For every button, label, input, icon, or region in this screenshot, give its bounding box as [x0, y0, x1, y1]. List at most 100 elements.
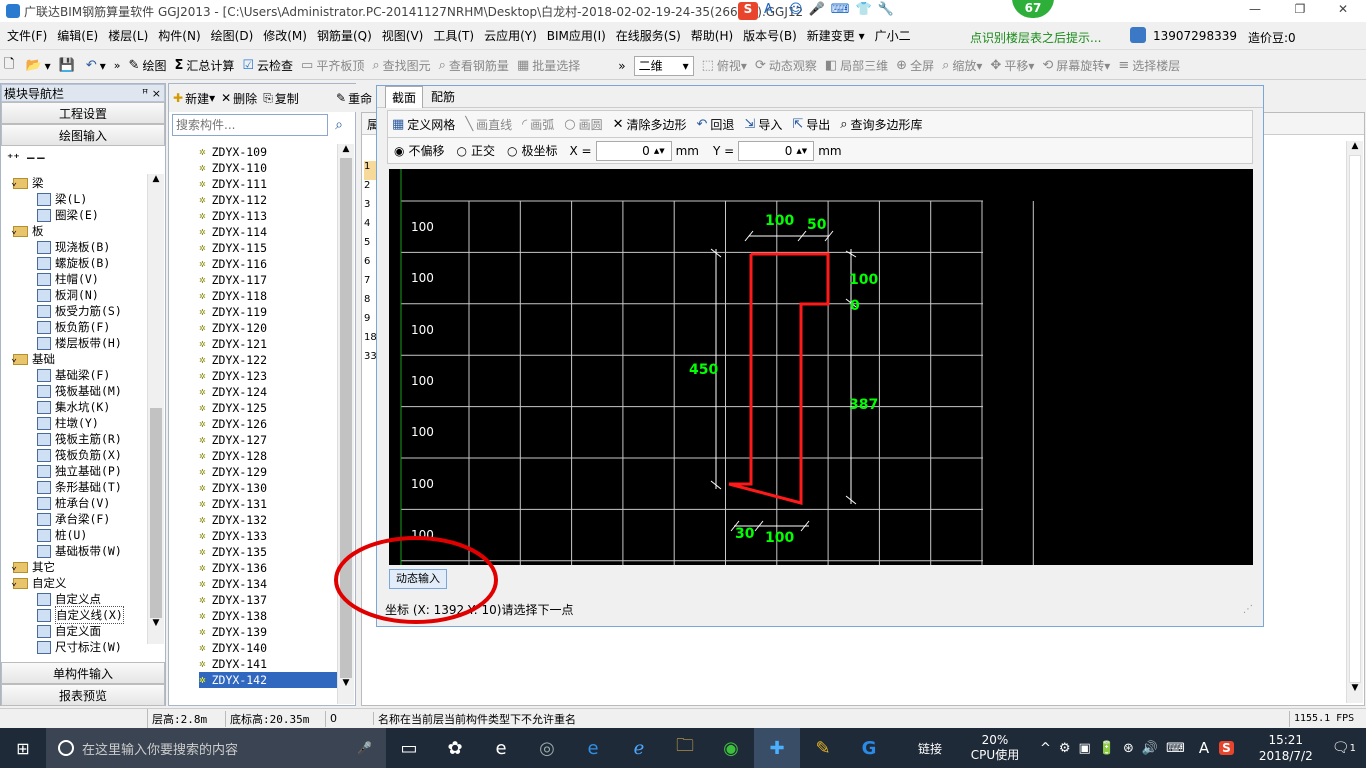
tree-item[interactable]: 筏板主筋(R): [5, 431, 147, 447]
prop-scroll-up[interactable]: ▲: [1347, 141, 1363, 155]
tree-item[interactable]: 独立基础(P): [5, 463, 147, 479]
tree-scrollbar[interactable]: ▲ ▼: [147, 174, 164, 644]
view-mode-select[interactable]: 二维 ▾: [633, 55, 694, 76]
import-button[interactable]: ⇲ 导入: [740, 112, 786, 136]
list-item[interactable]: ✲ ZDYX-124: [199, 384, 343, 400]
hint-text[interactable]: 点识别楼层表之后提示...: [965, 29, 1106, 46]
list-item[interactable]: ✲ ZDYX-127: [199, 432, 343, 448]
draw-circle-button[interactable]: ○ 画圆: [560, 112, 606, 136]
list-item[interactable]: ✲ ZDYX-138: [199, 608, 343, 624]
ime-indicator[interactable]: A: [1199, 739, 1209, 757]
clock[interactable]: 15:21 2018/7/2: [1254, 732, 1318, 764]
define-grid-button[interactable]: ▦ 定义网格: [388, 112, 459, 136]
menu-new-change[interactable]: 新建变更 ▾: [802, 27, 870, 44]
list-item[interactable]: ✲ ZDYX-134: [199, 576, 343, 592]
tree-item[interactable]: 板洞(N): [5, 287, 147, 303]
ie-icon[interactable]: e: [478, 728, 524, 768]
list-item[interactable]: ✲ ZDYX-129: [199, 464, 343, 480]
tree-item[interactable]: 筏板基础(M): [5, 383, 147, 399]
tree-item[interactable]: 柱墩(Y): [5, 415, 147, 431]
tree-item[interactable]: 圈梁(E): [5, 207, 147, 223]
list-item[interactable]: ✲ ZDYX-118: [199, 288, 343, 304]
new-component-button[interactable]: ✚ 新建 ▾: [173, 90, 215, 107]
g-app-icon[interactable]: G: [846, 728, 892, 768]
scroll-down-arrow[interactable]: ▼: [148, 618, 164, 632]
drawing-input-button[interactable]: 绘图输入: [1, 124, 165, 146]
sogou-tray-icon[interactable]: S: [1219, 741, 1234, 755]
y-input[interactable]: 0 ▲▼: [738, 140, 815, 161]
tree-item[interactable]: 条形基础(T): [5, 479, 147, 495]
zoom-button[interactable]: ⌕ 缩放 ▾: [938, 54, 986, 78]
save-button[interactable]: 💾: [55, 54, 82, 78]
tree-item[interactable]: 现浇板(B): [5, 239, 147, 255]
cloud-check-button[interactable]: ☑ 云检查: [238, 54, 297, 78]
menu-edit[interactable]: 编辑(E): [52, 27, 103, 44]
undo-step-button[interactable]: ↶ 回退: [693, 112, 739, 136]
search-icon[interactable]: ⌕: [328, 117, 350, 133]
tree-item[interactable]: 自定义线(X): [5, 606, 147, 624]
list-item[interactable]: ✲ ZDYX-139: [199, 624, 343, 640]
menu-help[interactable]: 帮助(H): [686, 27, 738, 44]
list-item[interactable]: ✲ ZDYX-133: [199, 528, 343, 544]
tree-item[interactable]: 梁(L): [5, 191, 147, 207]
list-item[interactable]: ✲ ZDYX-121: [199, 336, 343, 352]
expand-arrow-icon[interactable]: ⌄: [11, 351, 17, 367]
menu-bim[interactable]: BIM应用(I): [542, 27, 611, 44]
list-item[interactable]: ✲ ZDYX-119: [199, 304, 343, 320]
menu-file[interactable]: 文件(F): [2, 27, 52, 44]
microphone-icon[interactable]: 🎤: [357, 741, 372, 755]
draw-arc-button[interactable]: ◜ 画弧: [518, 112, 558, 136]
copy-component-button[interactable]: ⎘ 复制: [263, 90, 299, 107]
resize-grip-icon[interactable]: ⋰: [1243, 604, 1253, 615]
report-preview-button[interactable]: 报表预览: [1, 684, 165, 706]
rotate-button[interactable]: ⟲ 屏幕旋转 ▾: [1038, 54, 1114, 78]
list-item[interactable]: ✲ ZDYX-109: [199, 144, 343, 160]
x-spinner-icon[interactable]: ▲▼: [654, 147, 665, 155]
notification-icon[interactable]: 🗨: [1332, 740, 1350, 756]
x-input[interactable]: 0 ▲▼: [595, 140, 672, 161]
ime-sogou-icon[interactable]: S: [738, 2, 758, 20]
y-spinner-icon[interactable]: ▲▼: [796, 147, 807, 155]
prop-scroll-thumb[interactable]: [1349, 155, 1361, 683]
menu-version[interactable]: 版本号(B): [738, 27, 802, 44]
tree-item[interactable]: 板负筋(F): [5, 319, 147, 335]
list-item[interactable]: ✲ ZDYX-117: [199, 272, 343, 288]
notes-app-icon[interactable]: ✎: [800, 728, 846, 768]
list-item[interactable]: ✲ ZDYX-137: [199, 592, 343, 608]
new-file-button[interactable]: 🗋: [0, 54, 21, 78]
toolbar-chevron[interactable]: »: [614, 54, 629, 78]
pin-close-icon[interactable]: ꟸ ×: [142, 87, 164, 100]
query-library-button[interactable]: ⌕ 查询多边形库: [836, 112, 926, 136]
app-icon-browser[interactable]: ◎: [524, 728, 570, 768]
tree-folder[interactable]: ⌄ 板: [5, 223, 147, 239]
user-phone[interactable]: 13907298339: [1148, 29, 1242, 43]
single-component-input-button[interactable]: 单构件输入: [1, 662, 165, 684]
menu-online[interactable]: 在线服务(S): [611, 27, 686, 44]
online-badge[interactable]: 67: [1012, 0, 1054, 18]
delete-component-button[interactable]: ✕ 删除: [221, 90, 257, 107]
list-item[interactable]: ✲ ZDYX-116: [199, 256, 343, 272]
task-view-icon[interactable]: ▭: [386, 728, 432, 768]
list-item[interactable]: ✲ ZDYX-130: [199, 480, 343, 496]
list-item[interactable]: ✲ ZDYX-115: [199, 240, 343, 256]
list-item[interactable]: ✲ ZDYX-126: [199, 416, 343, 432]
tree-folder[interactable]: ⌄ 其它: [5, 559, 147, 575]
radio-polar[interactable]: ○: [507, 144, 517, 158]
tree-item[interactable]: 自定义点: [5, 591, 147, 607]
tree-folder[interactable]: ⌄ 基础: [5, 351, 147, 367]
edge-icon[interactable]: e: [570, 728, 616, 768]
undo-button[interactable]: ↶ ▾: [82, 54, 110, 78]
close-button[interactable]: ✕: [1328, 2, 1358, 16]
expand-arrow-icon[interactable]: ⌄: [11, 223, 17, 239]
list-item[interactable]: ✲ ZDYX-120: [199, 320, 343, 336]
app-icon-pinwheel[interactable]: ✿: [432, 728, 478, 768]
expand-all-icon[interactable]: ⁺⁺: [7, 151, 20, 165]
tree-item[interactable]: 承台梁(F): [5, 511, 147, 527]
start-button[interactable]: ⊞: [0, 728, 46, 768]
tree-item[interactable]: 螺旋板(B): [5, 255, 147, 271]
flat-top-button[interactable]: ▭ 平齐板顶: [297, 54, 368, 78]
export-button[interactable]: ⇱ 导出: [788, 112, 834, 136]
tree-item[interactable]: 基础板带(W): [5, 543, 147, 559]
taskbar-search[interactable]: 在这里输入你要搜索的内容 🎤: [46, 728, 386, 768]
menu-cloud[interactable]: 云应用(Y): [479, 27, 542, 44]
